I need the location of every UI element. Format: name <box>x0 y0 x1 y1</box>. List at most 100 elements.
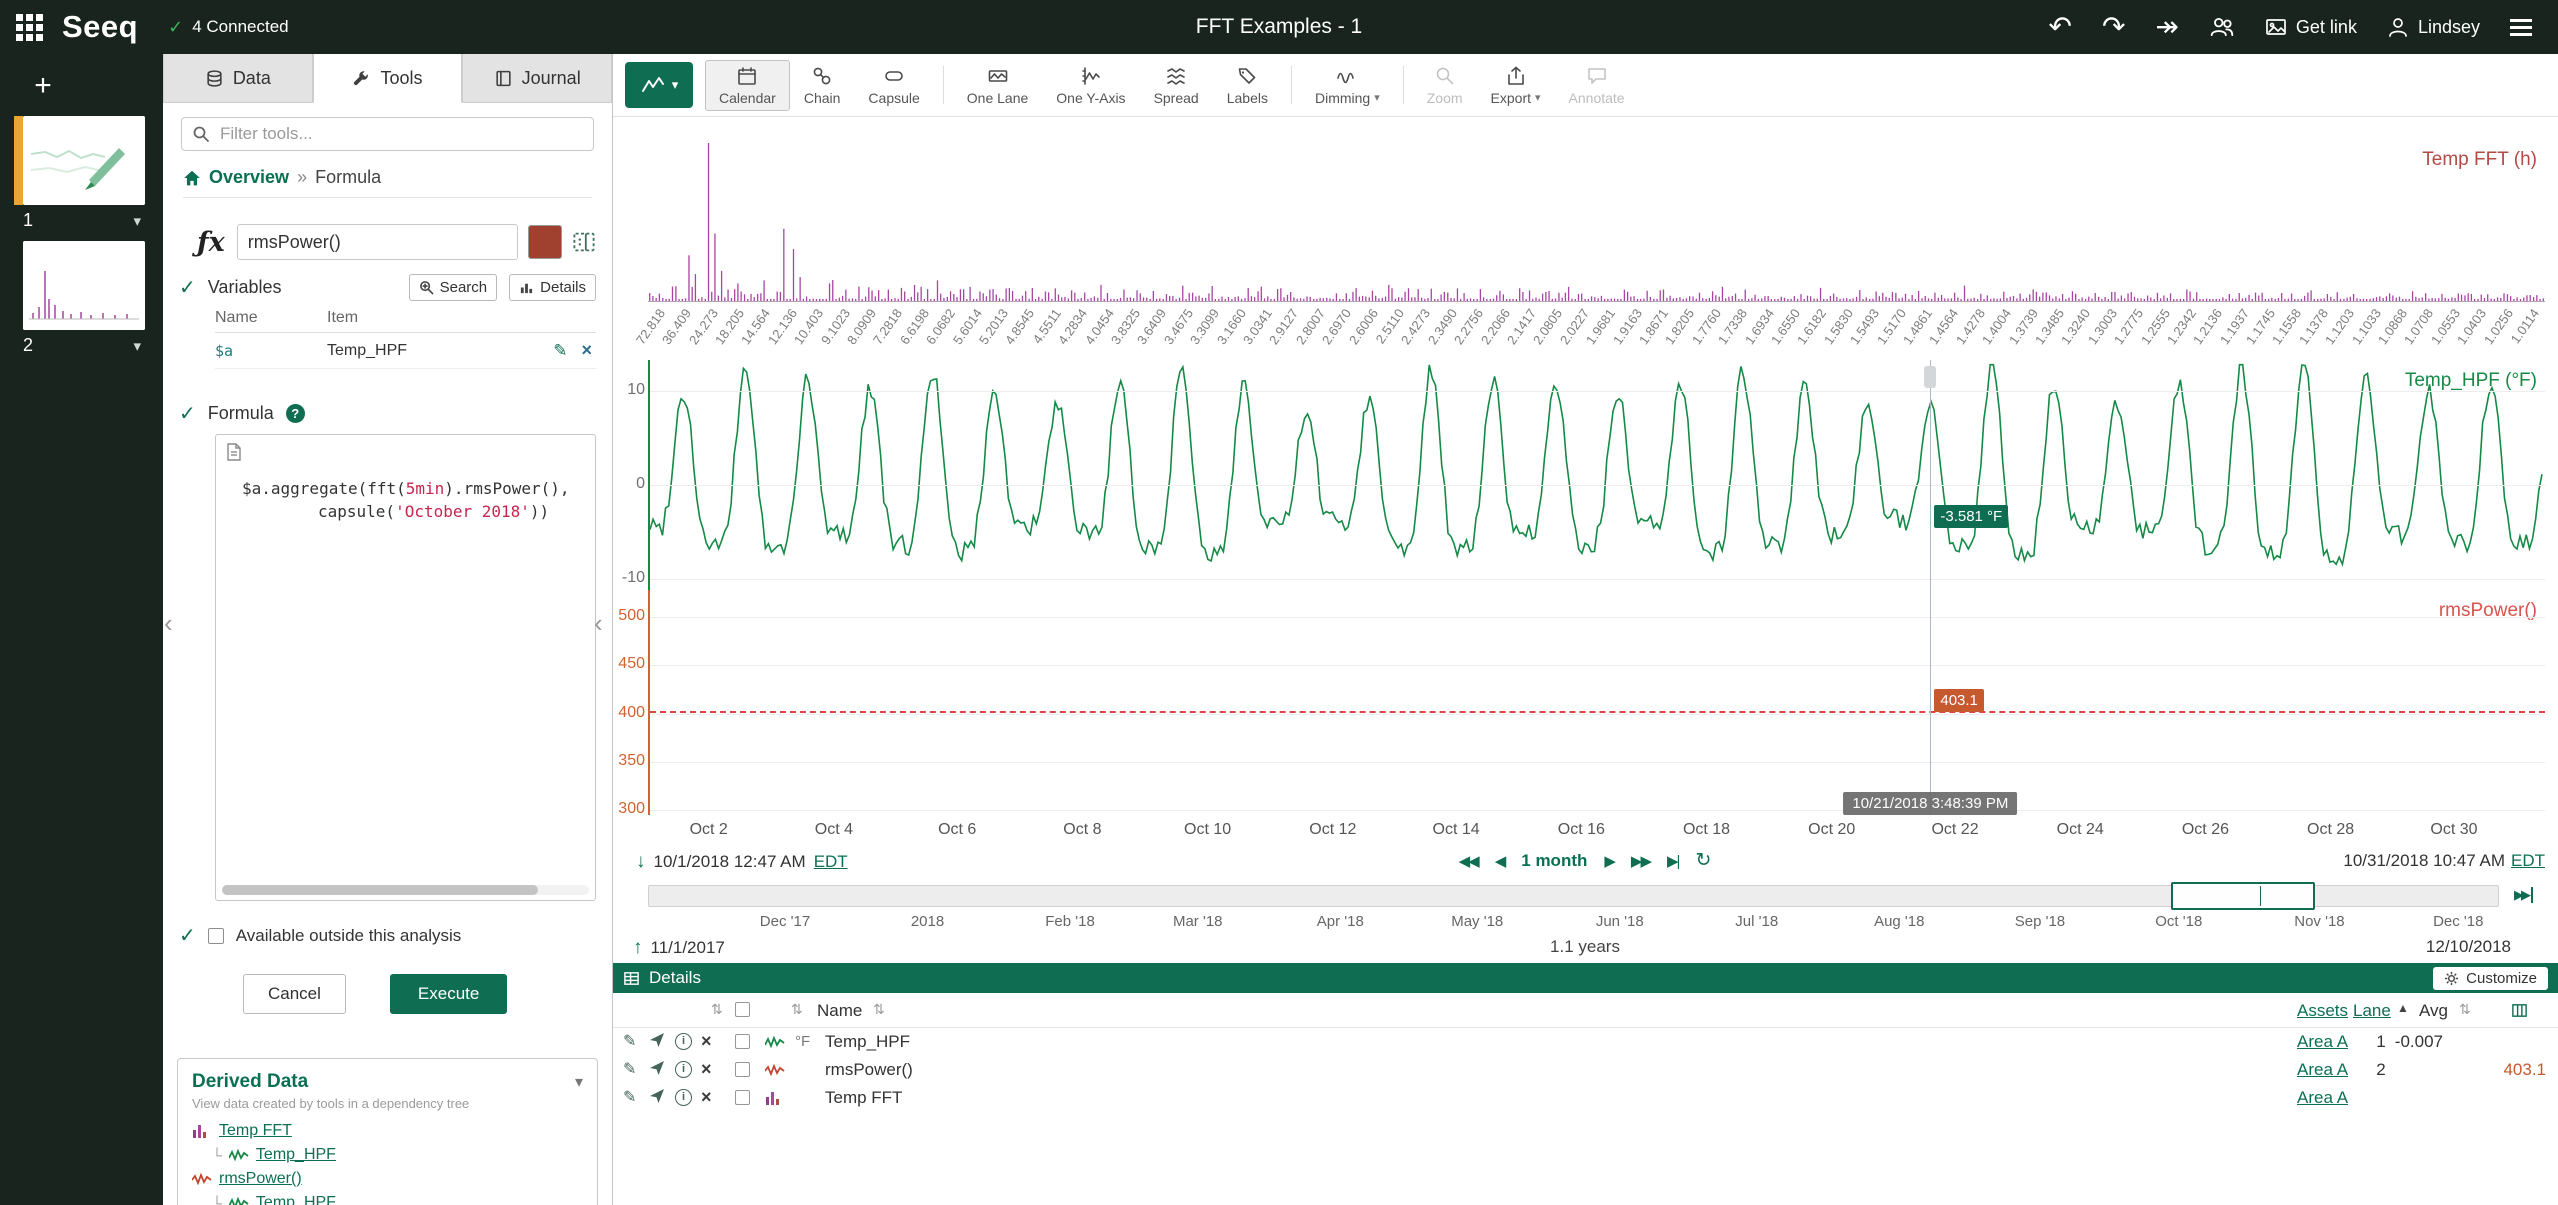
asset-link[interactable]: Area A <box>2297 1060 2348 1080</box>
asset-link[interactable]: Area A <box>2297 1032 2348 1052</box>
worksheet-thumb-2[interactable]: 2 ▾ <box>23 241 145 356</box>
remove-icon[interactable]: × <box>701 1031 712 1053</box>
sort-icon[interactable]: ⇅ <box>711 1001 723 1018</box>
info-icon[interactable]: i <box>675 1089 692 1106</box>
send-icon[interactable] <box>649 1088 665 1104</box>
cancel-button[interactable]: Cancel <box>243 974 346 1014</box>
column-avg-header[interactable]: Avg <box>2419 1001 2448 1021</box>
get-link-button[interactable]: Get link <box>2265 17 2357 38</box>
item-name[interactable]: Temp_HPF <box>825 1032 910 1052</box>
available-checkbox[interactable] <box>207 927 224 944</box>
select-all-checkbox[interactable] <box>735 1002 750 1017</box>
timeline-duration[interactable]: 1.1 years <box>1550 937 1620 957</box>
info-icon[interactable]: i <box>675 1061 692 1078</box>
redo-icon[interactable]: ↷ <box>2102 13 2125 41</box>
send-icon[interactable] <box>649 1060 665 1076</box>
toolbar-zoom-button[interactable]: Zoom <box>1413 60 1477 111</box>
execute-button[interactable]: Execute <box>389 974 508 1014</box>
sort-icon[interactable]: ⇅ <box>2459 1001 2471 1018</box>
range-end-value[interactable]: 10/31/2018 10:47 AM <box>2343 851 2505 871</box>
formula-name-input[interactable] <box>236 224 518 260</box>
apps-grid-button[interactable] <box>0 0 58 54</box>
toolbar-labels-button[interactable]: Labels <box>1213 60 1282 111</box>
derived-item-link[interactable]: rmsPower() <box>219 1170 302 1188</box>
remove-variable-icon[interactable]: × <box>581 340 592 361</box>
range-duration-button[interactable]: 1 month <box>1521 851 1587 871</box>
toolbar-spread-button[interactable]: Spread <box>1140 60 1213 111</box>
collapse-caret-icon[interactable]: ▾ <box>575 1072 583 1092</box>
edit-icon[interactable]: ✎ <box>623 1060 636 1079</box>
item-name[interactable]: Temp FFT <box>825 1088 902 1108</box>
edit-icon[interactable]: ✎ <box>623 1088 636 1107</box>
trend-view-button[interactable]: ▾ <box>625 62 693 108</box>
toolbar-chain-button[interactable]: Chain <box>790 60 855 111</box>
toolbar-calendar-button[interactable]: Calendar <box>705 59 790 111</box>
rmspower-lane[interactable]: rmsPower() 500 450 400 350 300 <box>618 590 2545 817</box>
undo-icon[interactable]: ↶ <box>2049 13 2072 41</box>
sort-icon[interactable]: ⇅ <box>873 1001 885 1018</box>
editor-scrollbar[interactable] <box>222 885 589 895</box>
remove-icon[interactable]: × <box>701 1087 712 1109</box>
menu-icon[interactable] <box>2510 18 2532 36</box>
sort-icon[interactable]: ⇅ <box>791 1001 803 1018</box>
sort-asc-icon[interactable]: ▲ <box>2397 1001 2409 1015</box>
step-forward-icon[interactable]: ▶ <box>1604 852 1615 870</box>
edit-icon[interactable]: ✎ <box>623 1032 636 1051</box>
refresh-icon[interactable]: ↻ <box>1695 849 1711 872</box>
timeline-now-icon[interactable]: ▶▶ <box>2514 887 2533 903</box>
layout-panels-icon[interactable] <box>572 230 596 254</box>
row-checkbox[interactable] <box>735 1090 750 1105</box>
search-variables-button[interactable]: Search <box>408 274 498 301</box>
details-variables-button[interactable]: Details <box>509 274 596 301</box>
collapse-worksheets-icon[interactable]: ‹ <box>164 610 173 636</box>
breadcrumb-overview-link[interactable]: Overview <box>209 167 289 188</box>
timeline-end-date[interactable]: 12/10/2018 <box>2426 937 2511 957</box>
help-icon[interactable]: ? <box>285 404 305 423</box>
rmspower-series-label[interactable]: rmsPower() <box>2439 600 2537 622</box>
filter-tools-input[interactable] <box>181 117 594 151</box>
column-lane-header[interactable]: Lane <box>2353 1001 2391 1021</box>
toolbar-one-y-axis-button[interactable]: One Y-Axis <box>1042 60 1139 111</box>
worksheet-menu-caret-icon[interactable]: ▾ <box>133 337 141 355</box>
worksheet-menu-caret-icon[interactable]: ▾ <box>133 212 141 230</box>
temp-hpf-lane[interactable]: Temp_HPF (°F) 10 0 -10 <box>622 360 2545 590</box>
customize-button[interactable]: Customize <box>2433 966 2548 990</box>
timeline-track[interactable] <box>648 882 2499 910</box>
formula-editor[interactable]: $a.aggregate(fft(5min).rmsPower(), capsu… <box>215 434 596 901</box>
toolbar-annotate-button[interactable]: Annotate <box>1555 60 1639 111</box>
fft-lane[interactable]: Temp FFT (h) <box>648 139 2545 302</box>
row-checkbox[interactable] <box>735 1034 750 1049</box>
toolbar-export-button[interactable]: Export ▾ <box>1477 60 1555 111</box>
users-icon[interactable] <box>2209 15 2235 39</box>
worksheet-preview[interactable] <box>23 116 145 205</box>
toolbar-dimming-button[interactable]: Dimming ▾ <box>1301 60 1394 111</box>
tab-tools[interactable]: Tools <box>312 54 463 103</box>
row-checkbox[interactable] <box>735 1062 750 1077</box>
info-icon[interactable]: i <box>675 1033 692 1050</box>
timeline-selection[interactable] <box>2170 882 2315 910</box>
send-icon[interactable] <box>649 1032 665 1048</box>
step-back-icon[interactable]: ◀ <box>1495 852 1506 870</box>
worksheet-thumb-1[interactable]: 1 ▾ <box>14 116 145 231</box>
derived-item-link[interactable]: Temp_HPF <box>256 1194 336 1205</box>
collapse-tools-panel-icon[interactable]: ‹ <box>594 610 603 636</box>
range-start-value[interactable]: 10/1/2018 12:47 AM <box>654 852 806 872</box>
remove-icon[interactable]: × <box>701 1059 712 1081</box>
timeline-start-date[interactable]: 11/1/2017 <box>651 938 725 958</box>
toolbar-one-lane-button[interactable]: One Lane <box>953 60 1043 111</box>
tab-journal[interactable]: Journal <box>462 54 613 103</box>
formula-code[interactable]: $a.aggregate(fft(5min).rmsPower(), capsu… <box>216 435 595 523</box>
column-assets-header[interactable]: Assets <box>2297 1001 2348 1021</box>
forward-history-icon[interactable]: ↠ <box>2155 13 2178 41</box>
asset-link[interactable]: Area A <box>2297 1088 2348 1108</box>
step-to-end-icon[interactable]: ▶| <box>1667 852 1681 870</box>
derived-item-link[interactable]: Temp_HPF <box>256 1146 336 1164</box>
toolbar-capsule-button[interactable]: Capsule <box>854 60 933 111</box>
tab-data[interactable]: Data <box>163 54 313 103</box>
column-name-header[interactable]: Name <box>817 1001 862 1021</box>
step-forward-double-icon[interactable]: ▶▶ <box>1631 852 1652 870</box>
user-menu[interactable]: Lindsey <box>2387 16 2480 38</box>
step-back-double-icon[interactable]: ◀◀ <box>1459 852 1480 870</box>
item-color-swatch[interactable] <box>528 225 562 259</box>
edit-variable-icon[interactable]: ✎ <box>553 341 567 361</box>
